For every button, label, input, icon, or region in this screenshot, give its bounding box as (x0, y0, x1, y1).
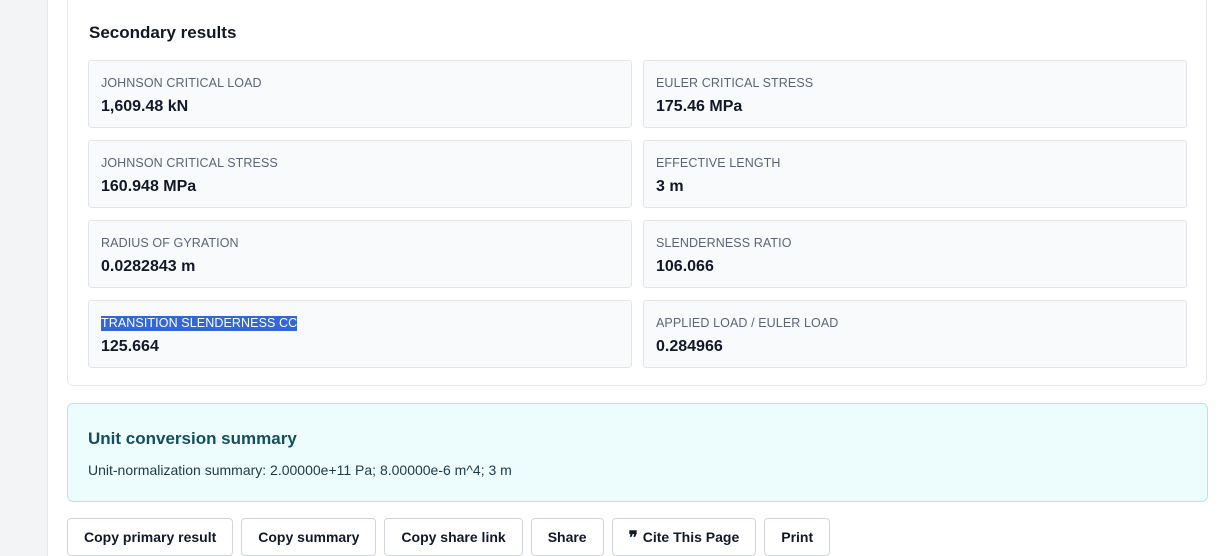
result-value: 175.46 MPa (656, 98, 743, 115)
result-label: JOHNSON CRITICAL STRESS (101, 156, 278, 170)
unit-conversion-card: Unit conversion summary Unit-normalizati… (67, 403, 1208, 502)
result-label: SLENDERNESS RATIO (656, 236, 792, 250)
button-label: Cite This Page (642, 529, 740, 545)
copy-share-link-button[interactable]: Copy share link (384, 518, 523, 556)
result-label-selected: TRANSITION SLENDERNESS CC (101, 316, 298, 331)
share-button[interactable]: Share (530, 518, 604, 556)
cite-this-page-button[interactable]: ❞ Cite This Page (611, 518, 757, 556)
result-value: 160.948 MPa (101, 178, 197, 195)
secondary-results-card: Secondary results JOHNSON CRITICAL LOAD … (67, 0, 1207, 386)
result-johnson-critical-stress: JOHNSON CRITICAL STRESS 160.948 MPa (88, 140, 632, 208)
result-slenderness-ratio: SLENDERNESS RATIO 106.066 (643, 220, 1187, 288)
result-label: RADIUS OF GYRATION (101, 236, 239, 250)
result-transition-slenderness: TRANSITION SLENDERNESS CC 125.664 (88, 300, 632, 368)
result-value: 3 m (656, 178, 684, 195)
result-value: 106.066 (656, 258, 714, 275)
result-johnson-critical-load: JOHNSON CRITICAL LOAD 1,609.48 kN (88, 60, 632, 128)
button-label: Copy share link (401, 529, 506, 545)
secondary-results-title: Secondary results (89, 23, 237, 42)
left-rail (0, 0, 48, 556)
result-label: APPLIED LOAD / EULER LOAD (656, 316, 839, 330)
result-value: 1,609.48 kN (101, 98, 189, 115)
button-label: Copy primary result (84, 529, 217, 545)
secondary-results-grid: JOHNSON CRITICAL LOAD 1,609.48 kN EULER … (88, 60, 1187, 368)
result-label: EULER CRITICAL STRESS (656, 76, 814, 90)
action-buttons: Copy primary result Copy summary Copy sh… (67, 518, 831, 556)
button-label: Share (547, 529, 587, 545)
unit-conversion-title: Unit conversion summary (88, 429, 297, 448)
result-radius-of-gyration: RADIUS OF GYRATION 0.0282843 m (88, 220, 632, 288)
result-value: 125.664 (101, 338, 159, 355)
copy-primary-result-button[interactable]: Copy primary result (67, 518, 234, 556)
unit-conversion-text: Unit-normalization summary: 2.00000e+11 … (88, 462, 512, 478)
result-applied-over-euler-load: APPLIED LOAD / EULER LOAD 0.284966 (643, 300, 1187, 368)
button-label: Print (781, 529, 814, 545)
result-effective-length: EFFECTIVE LENGTH 3 m (643, 140, 1187, 208)
quote-icon: ❞ (628, 528, 638, 548)
copy-summary-button[interactable]: Copy summary (241, 518, 377, 556)
result-euler-critical-stress: EULER CRITICAL STRESS 175.46 MPa (643, 60, 1187, 128)
button-label: Copy summary (258, 529, 360, 545)
result-value: 0.0282843 m (101, 258, 196, 275)
result-label: EFFECTIVE LENGTH (656, 156, 781, 170)
result-label: JOHNSON CRITICAL LOAD (101, 76, 262, 90)
result-value: 0.284966 (656, 338, 723, 355)
print-button[interactable]: Print (764, 518, 831, 556)
